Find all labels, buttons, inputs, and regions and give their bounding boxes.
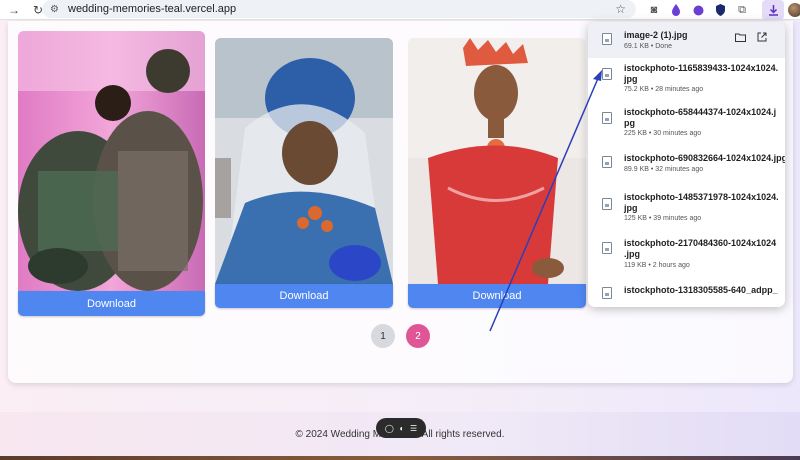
download-file-name: istockphoto-2170484360-1024x1024 .jpg xyxy=(624,238,777,259)
avatar[interactable] xyxy=(788,3,800,17)
page-number: 2 xyxy=(415,330,421,342)
download-file-name: istockphoto-1318305585-640_adpp_ xyxy=(624,285,778,295)
file-icon xyxy=(602,68,612,80)
folder-icon[interactable] xyxy=(734,31,746,43)
site-info-icon[interactable]: ⚙ xyxy=(50,3,62,15)
file-icon xyxy=(602,33,612,45)
bottom-edge xyxy=(0,456,800,460)
download-item[interactable]: istockphoto-690832664-1024x1024.jpg 89.9… xyxy=(588,146,785,188)
download-file-name: istockphoto-658444374-1024x1024.j pg xyxy=(624,107,777,128)
file-icon xyxy=(602,112,612,124)
download-meta: 75.2 KB • 28 minutes ago xyxy=(624,86,704,93)
pagination-page-2[interactable]: 2 xyxy=(406,324,430,348)
wedding-photo-2 xyxy=(215,38,393,284)
file-icon xyxy=(602,242,612,254)
download-item[interactable]: istockphoto-1485371978-1024x1024. jpg 125… xyxy=(588,188,785,232)
eye-icon[interactable]: ◐ xyxy=(399,424,404,433)
download-button-1[interactable]: Download xyxy=(18,291,205,316)
download-icon xyxy=(768,4,778,16)
pagination-page-1[interactable]: 1 xyxy=(371,324,395,348)
download-button-3[interactable]: Download xyxy=(408,284,586,308)
downloads-panel: image-2 (1).jpg 69.1 KB • Done istockpho… xyxy=(588,22,785,307)
download-button[interactable] xyxy=(762,0,784,20)
chat-icon[interactable]: ◯ xyxy=(385,424,394,433)
download-meta: 89.9 KB • 32 minutes ago xyxy=(624,166,704,173)
extension-circle-icon[interactable] xyxy=(690,2,706,18)
shield-icon[interactable] xyxy=(712,2,728,18)
menu-icon[interactable]: ☰ xyxy=(410,424,417,433)
wedding-photo-3 xyxy=(408,38,586,284)
download-meta: 125 KB • 39 minutes ago xyxy=(624,215,702,222)
url-text: wedding-memories-teal.vercel.app xyxy=(68,3,237,15)
file-icon xyxy=(602,198,612,210)
file-icon xyxy=(602,287,612,299)
download-button-2[interactable]: Download xyxy=(215,284,393,308)
open-external-icon[interactable] xyxy=(756,31,768,43)
download-meta: 119 KB • 2 hours ago xyxy=(624,262,690,269)
download-item[interactable]: istockphoto-1318305585-640_adpp_ xyxy=(588,278,785,307)
wedding-photo-1 xyxy=(18,31,205,291)
browser-toolbar: → ↻ ⚙ wedding-memories-teal.vercel.app ☆… xyxy=(0,0,800,20)
floating-toolbar: ◯ ◐ ☰ xyxy=(376,418,426,438)
address-bar[interactable]: ⚙ wedding-memories-teal.vercel.app ☆ xyxy=(42,0,636,18)
download-meta: 225 KB • 30 minutes ago xyxy=(624,130,702,137)
download-item[interactable]: istockphoto-658444374-1024x1024.j pg 225 … xyxy=(588,102,785,146)
extension-drop-icon[interactable] xyxy=(668,2,684,18)
download-item[interactable]: istockphoto-1165839433-1024x1024. jpg 75.… xyxy=(588,58,785,102)
back-icon[interactable]: → xyxy=(6,2,22,18)
camera-icon[interactable]: ◙ xyxy=(646,2,662,18)
file-icon xyxy=(602,156,612,168)
download-file-name: istockphoto-1165839433-1024x1024. jpg xyxy=(624,63,779,84)
download-file-name: istockphoto-690832664-1024x1024.jpg xyxy=(624,153,785,163)
download-meta: 69.1 KB • Done xyxy=(624,43,672,50)
page-number: 1 xyxy=(380,330,386,342)
download-item[interactable]: image-2 (1).jpg 69.1 KB • Done xyxy=(588,22,785,58)
extensions-puzzle-icon[interactable]: ⧉ xyxy=(734,2,750,18)
download-file-name: istockphoto-1485371978-1024x1024. jpg xyxy=(624,192,779,213)
star-icon[interactable]: ☆ xyxy=(615,2,626,16)
download-item[interactable]: istockphoto-2170484360-1024x1024 .jpg 119… xyxy=(588,232,785,278)
download-file-name: image-2 (1).jpg xyxy=(624,30,688,40)
